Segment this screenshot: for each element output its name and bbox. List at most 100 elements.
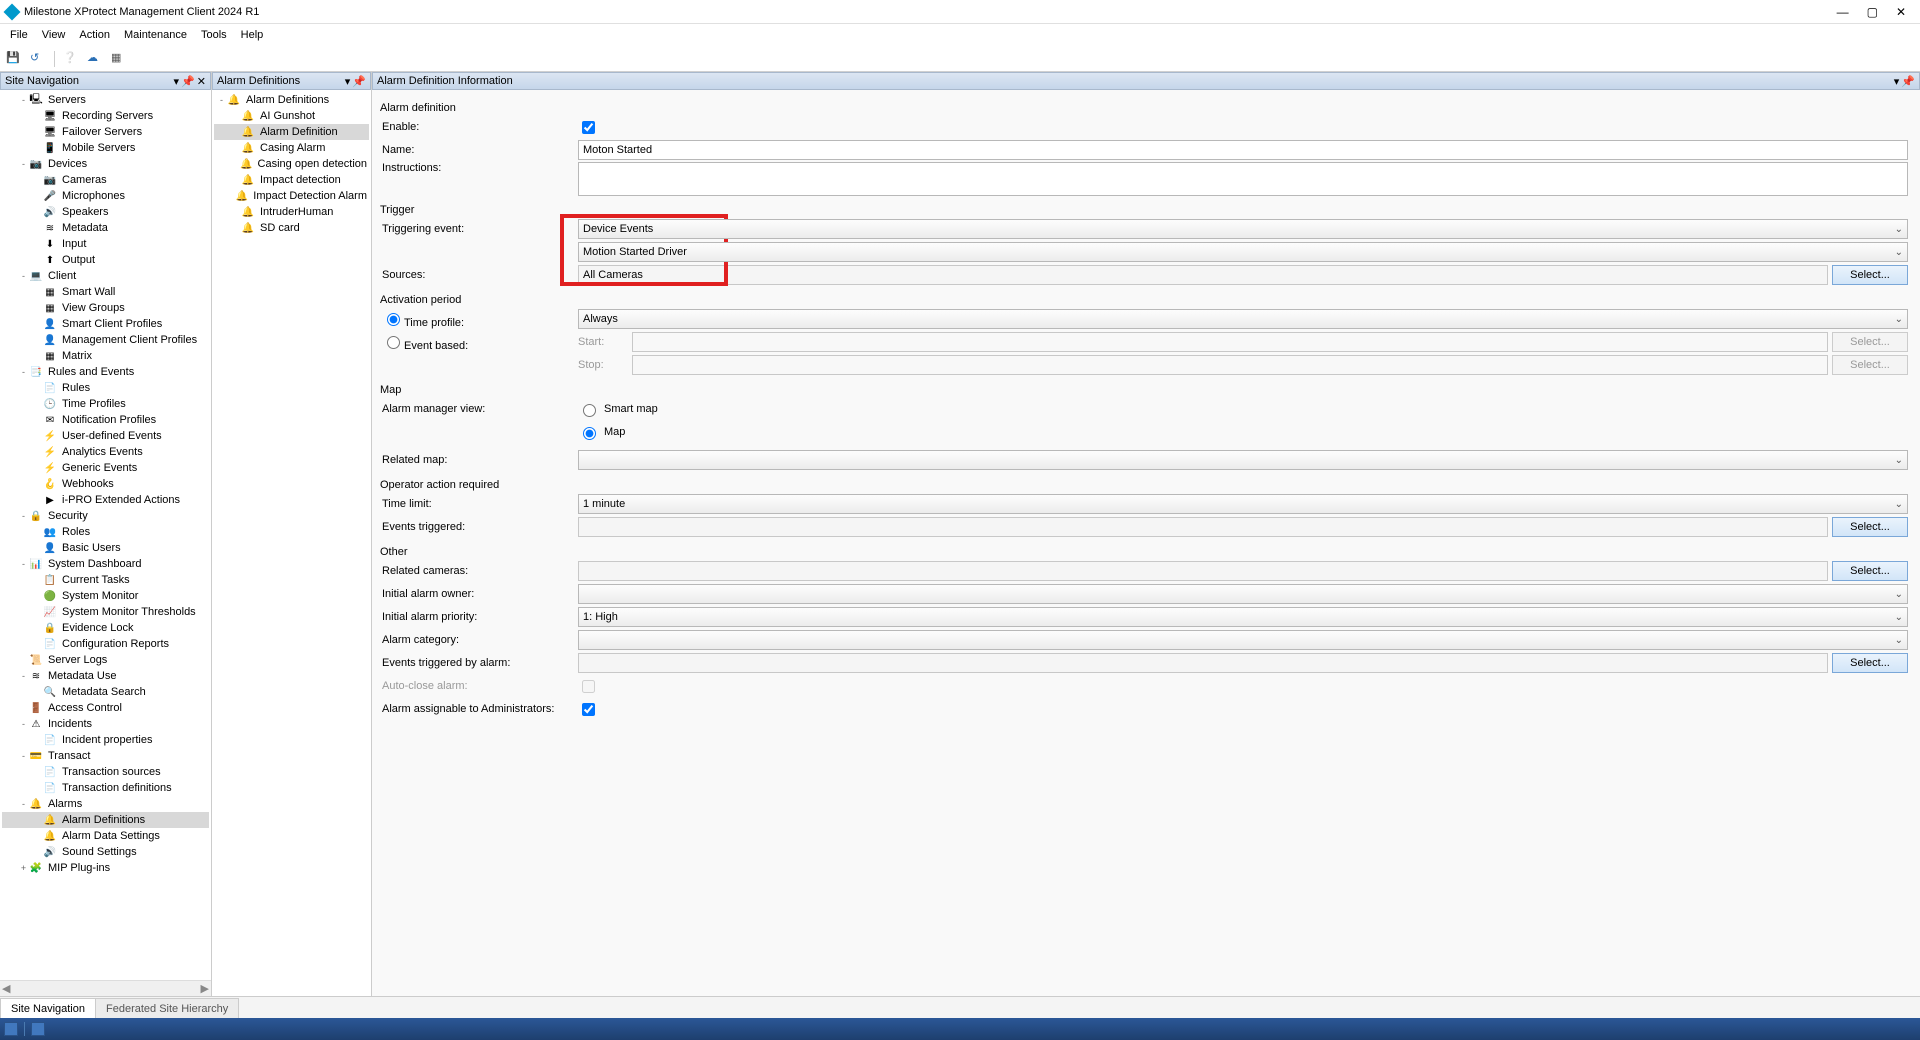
- tab-federated[interactable]: Federated Site Hierarchy: [95, 998, 239, 1018]
- expander-icon[interactable]: -: [18, 367, 29, 377]
- tree-item[interactable]: 🖥Failover Servers: [2, 124, 209, 140]
- tree-item[interactable]: +🧩MIP Plug-ins: [2, 860, 209, 876]
- h-scrollbar[interactable]: ◀▶: [0, 980, 211, 996]
- minimize-button[interactable]: —: [1837, 5, 1849, 19]
- maximize-button[interactable]: ▢: [1867, 5, 1878, 19]
- tree-item[interactable]: 📄Incident properties: [2, 732, 209, 748]
- tree-item[interactable]: ▦Smart Wall: [2, 284, 209, 300]
- pin-icon[interactable]: 📌: [181, 75, 195, 88]
- tree-item[interactable]: 🔍Metadata Search: [2, 684, 209, 700]
- expander-icon[interactable]: -: [18, 559, 29, 569]
- tree-item[interactable]: 🔔Impact detection: [214, 172, 369, 188]
- sources-select-button[interactable]: Select...: [1832, 265, 1908, 285]
- close-icon[interactable]: ✕: [197, 75, 206, 88]
- tree-item[interactable]: -🔔Alarms: [2, 796, 209, 812]
- category-dropdown[interactable]: [578, 630, 1908, 650]
- tree-item[interactable]: 🪝Webhooks: [2, 476, 209, 492]
- save-icon[interactable]: 💾: [6, 51, 22, 67]
- expander-icon[interactable]: -: [216, 95, 227, 105]
- tree-item[interactable]: -≋Metadata Use: [2, 668, 209, 684]
- expander-icon[interactable]: -: [18, 271, 29, 281]
- menu-maintenance[interactable]: Maintenance: [118, 27, 193, 43]
- menu-help[interactable]: Help: [235, 27, 270, 43]
- tree-item[interactable]: 📄Transaction definitions: [2, 780, 209, 796]
- tree-item[interactable]: ▶i-PRO Extended Actions: [2, 492, 209, 508]
- tree-item[interactable]: ≋Metadata: [2, 220, 209, 236]
- tree-item[interactable]: 🔒Evidence Lock: [2, 620, 209, 636]
- dropdown-icon[interactable]: ▾: [1894, 75, 1900, 88]
- tree-item[interactable]: 📷Cameras: [2, 172, 209, 188]
- tree-item[interactable]: 🔔IntruderHuman: [214, 204, 369, 220]
- tree-item[interactable]: -🔒Security: [2, 508, 209, 524]
- triggering-sub-dropdown[interactable]: Motion Started Driver: [578, 242, 1908, 262]
- time-profile-dropdown[interactable]: Always: [578, 309, 1908, 329]
- tree-item[interactable]: ⚡Analytics Events: [2, 444, 209, 460]
- tree-item[interactable]: 🔔Alarm Data Settings: [2, 828, 209, 844]
- expander-icon[interactable]: -: [18, 511, 29, 521]
- assignable-checkbox[interactable]: [582, 703, 595, 716]
- tree-item[interactable]: 🔔Casing Alarm: [214, 140, 369, 156]
- tree-item[interactable]: ▦Matrix: [2, 348, 209, 364]
- triggering-event-dropdown[interactable]: Device Events: [578, 219, 1908, 239]
- initial-owner-dropdown[interactable]: [578, 584, 1908, 604]
- tree-item[interactable]: 🔔Alarm Definitions: [2, 812, 209, 828]
- tree-item[interactable]: -📷Devices: [2, 156, 209, 172]
- events-by-alarm-select-button[interactable]: Select...: [1832, 653, 1908, 673]
- tree-item[interactable]: -🔔Alarm Definitions: [214, 92, 369, 108]
- enable-checkbox[interactable]: [582, 121, 595, 134]
- refresh-icon[interactable]: ☁: [87, 51, 103, 67]
- menu-file[interactable]: File: [4, 27, 34, 43]
- tree-item[interactable]: ⚡Generic Events: [2, 460, 209, 476]
- tree-item[interactable]: 🚪Access Control: [2, 700, 209, 716]
- tree-item[interactable]: 📄Transaction sources: [2, 764, 209, 780]
- tree-item[interactable]: 🔊Speakers: [2, 204, 209, 220]
- status-icon-1[interactable]: [4, 1022, 18, 1036]
- time-profile-radio[interactable]: [387, 313, 400, 326]
- undo-icon[interactable]: ↺: [30, 51, 46, 67]
- tab-site-navigation[interactable]: Site Navigation: [0, 998, 96, 1018]
- tree-item[interactable]: ▦View Groups: [2, 300, 209, 316]
- expander-icon[interactable]: -: [18, 719, 29, 729]
- related-map-dropdown[interactable]: [578, 450, 1908, 470]
- action-icon[interactable]: ▦: [111, 51, 127, 67]
- expander-icon[interactable]: -: [18, 95, 29, 105]
- tree-item[interactable]: 📈System Monitor Thresholds: [2, 604, 209, 620]
- name-input[interactable]: [578, 140, 1908, 160]
- expander-icon[interactable]: -: [18, 751, 29, 761]
- tree-item[interactable]: -⚠Incidents: [2, 716, 209, 732]
- tree-item[interactable]: ⬇Input: [2, 236, 209, 252]
- tree-item[interactable]: 🔔AI Gunshot: [214, 108, 369, 124]
- tree-item[interactable]: 👥Roles: [2, 524, 209, 540]
- map-radio[interactable]: [583, 427, 596, 440]
- tree-item[interactable]: -💻Client: [2, 268, 209, 284]
- tree-item[interactable]: 🔔Impact Detection Alarm: [214, 188, 369, 204]
- pin-icon[interactable]: 📌: [352, 75, 366, 88]
- tree-item[interactable]: 🔔SD card: [214, 220, 369, 236]
- events-triggered-select-button[interactable]: Select...: [1832, 517, 1908, 537]
- tree-item[interactable]: ⚡User-defined Events: [2, 428, 209, 444]
- tree-item[interactable]: 🔊Sound Settings: [2, 844, 209, 860]
- nav-tree[interactable]: -🖳Servers🖥Recording Servers🖥Failover Ser…: [0, 90, 211, 980]
- help-icon[interactable]: ❔: [63, 51, 79, 67]
- status-icon-2[interactable]: [31, 1022, 45, 1036]
- instructions-textarea[interactable]: [578, 162, 1908, 196]
- tree-item[interactable]: 🟢System Monitor: [2, 588, 209, 604]
- tree-item[interactable]: 🕒Time Profiles: [2, 396, 209, 412]
- mid-tree[interactable]: -🔔Alarm Definitions🔔AI Gunshot🔔Alarm Def…: [212, 90, 371, 996]
- expander-icon[interactable]: -: [18, 159, 29, 169]
- time-limit-dropdown[interactable]: 1 minute: [578, 494, 1908, 514]
- tree-item[interactable]: -📊System Dashboard: [2, 556, 209, 572]
- tree-item[interactable]: 📱Mobile Servers: [2, 140, 209, 156]
- initial-priority-dropdown[interactable]: 1: High: [578, 607, 1908, 627]
- expander-icon[interactable]: -: [18, 671, 29, 681]
- tree-item[interactable]: 👤Smart Client Profiles: [2, 316, 209, 332]
- pin-icon[interactable]: 📌: [1901, 75, 1915, 88]
- tree-item[interactable]: -🖳Servers: [2, 92, 209, 108]
- expander-icon[interactable]: -: [18, 799, 29, 809]
- related-cameras-select-button[interactable]: Select...: [1832, 561, 1908, 581]
- tree-item[interactable]: ✉Notification Profiles: [2, 412, 209, 428]
- tree-item[interactable]: 🎤Microphones: [2, 188, 209, 204]
- tree-item[interactable]: 📄Configuration Reports: [2, 636, 209, 652]
- menu-tools[interactable]: Tools: [195, 27, 233, 43]
- dropdown-icon[interactable]: ▾: [174, 75, 180, 88]
